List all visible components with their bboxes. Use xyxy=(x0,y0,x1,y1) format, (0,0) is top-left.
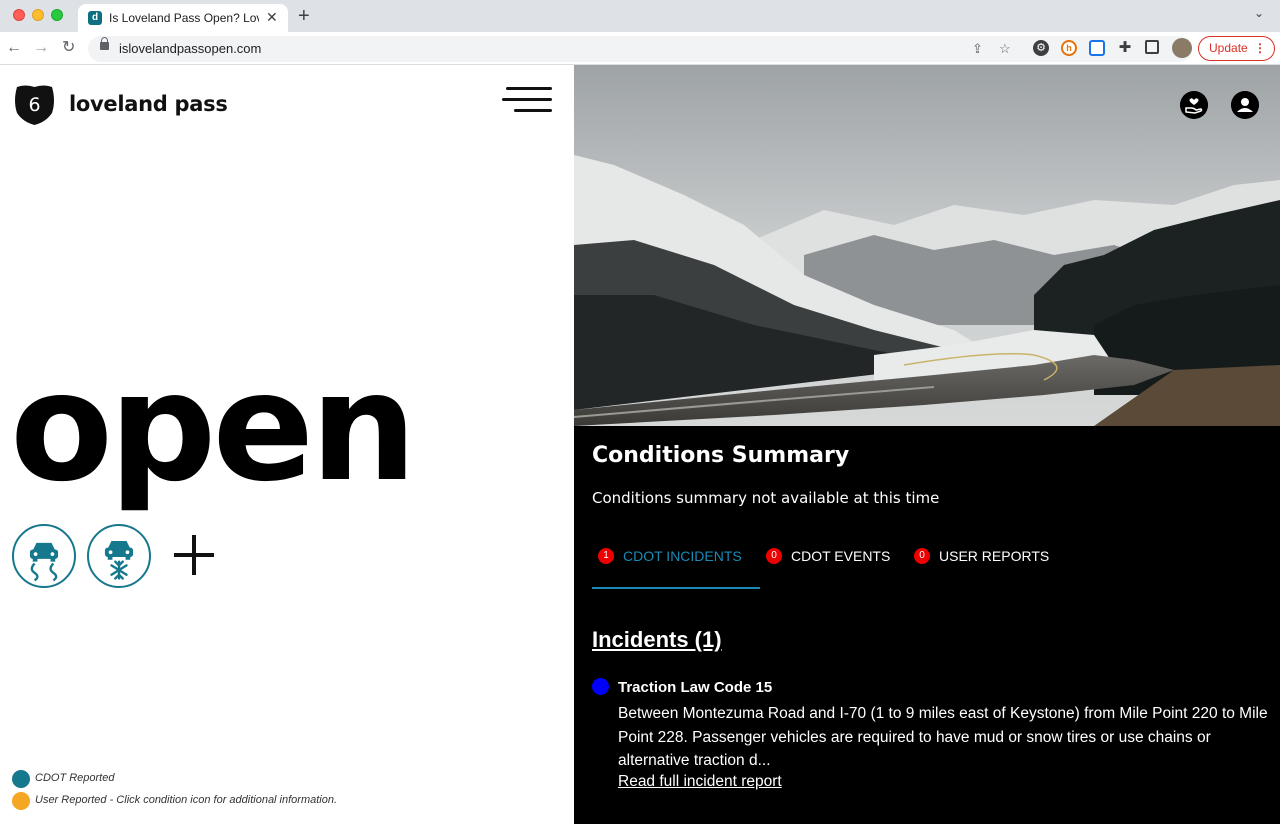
url-text[interactable]: islovelandpassopen.com xyxy=(119,41,261,56)
count-badge: 1 xyxy=(598,548,614,564)
hamburger-menu-icon[interactable] xyxy=(502,85,552,115)
snowy-road-icon[interactable] xyxy=(87,524,151,588)
count-badge: 0 xyxy=(914,548,930,564)
count-badge: 0 xyxy=(766,548,782,564)
tab-title: Is Loveland Pass Open? Lovela xyxy=(109,11,259,25)
minimize-window-button[interactable] xyxy=(32,9,44,21)
read-full-report-link[interactable]: Read full incident report xyxy=(618,773,782,791)
browser-tab[interactable]: d Is Loveland Pass Open? Lovela ✕ xyxy=(78,4,288,32)
status-panel: 6 loveland pass open CDOT Reported User … xyxy=(0,65,574,824)
user-account-icon[interactable] xyxy=(1231,91,1259,119)
incident-title: Traction Law Code 15 xyxy=(618,679,773,696)
back-arrow-icon[interactable]: ← xyxy=(6,38,22,58)
report-tabs: 1 CDOT INCIDENTS 0 CDOT EVENTS 0 USER RE… xyxy=(592,547,1252,589)
slippery-road-icon[interactable] xyxy=(12,524,76,588)
tab-label: USER REPORTS xyxy=(939,548,1050,564)
extensions-puzzle-icon[interactable]: ✚ xyxy=(1117,40,1133,56)
browser-toolbar: ← → ↻ islovelandpassopen.com ⇪ ☆ ⚙ h ✚ U… xyxy=(0,32,1280,65)
tab-label: CDOT EVENTS xyxy=(791,548,891,564)
extension-gear-icon[interactable]: ⚙ xyxy=(1033,40,1049,56)
address-bar[interactable]: islovelandpassopen.com ⇪ ☆ xyxy=(88,36,1192,62)
close-window-button[interactable] xyxy=(13,9,25,21)
tab-cdot-incidents[interactable]: 1 CDOT INCIDENTS xyxy=(592,547,760,589)
conditions-summary-title: Conditions Summary xyxy=(592,443,850,468)
incident-marker-dot xyxy=(592,678,609,695)
us-route-shield-icon[interactable]: 6 xyxy=(13,83,56,126)
share-icon[interactable]: ⇪ xyxy=(972,41,983,57)
reload-icon[interactable]: ↻ xyxy=(62,38,75,58)
tab-cdot-events[interactable]: 0 CDOT EVENTS xyxy=(760,547,908,589)
incident-description: Between Montezuma Road and I-70 (1 to 9 … xyxy=(618,705,1268,769)
extension-record-icon[interactable] xyxy=(1089,40,1105,56)
forward-arrow-icon[interactable]: → xyxy=(33,38,49,58)
legend-dot-user xyxy=(12,792,30,810)
new-tab-button[interactable]: + xyxy=(298,4,310,28)
browser-tab-bar: d Is Loveland Pass Open? Lovela ✕ + ⌄ xyxy=(0,0,1280,32)
site-favicon-icon: d xyxy=(88,11,102,25)
lock-icon[interactable] xyxy=(100,37,109,50)
pass-status: open xyxy=(10,341,417,515)
site-brand[interactable]: loveland pass xyxy=(69,92,228,116)
tab-search-chevron-icon[interactable]: ⌄ xyxy=(1254,6,1264,20)
legend-label-cdot: CDOT Reported xyxy=(35,772,115,784)
shield-number: 6 xyxy=(28,94,40,116)
profile-avatar[interactable] xyxy=(1172,38,1192,58)
update-label: Update xyxy=(1209,41,1248,55)
more-menu-icon: ⋮ xyxy=(1254,41,1266,55)
donate-hand-heart-icon[interactable] xyxy=(1180,91,1208,119)
update-button[interactable]: Update ⋮ xyxy=(1198,36,1275,61)
conditions-panel: Conditions Summary Conditions summary no… xyxy=(574,65,1280,824)
extension-h-icon[interactable]: h xyxy=(1061,40,1077,56)
tab-user-reports[interactable]: 0 USER REPORTS xyxy=(908,547,1068,589)
add-report-plus-icon[interactable] xyxy=(172,533,216,577)
conditions-summary-text: Conditions summary not available at this… xyxy=(592,489,940,507)
incidents-heading: Incidents (1) xyxy=(592,627,722,652)
legend-dot-cdot xyxy=(12,770,30,788)
bookmark-star-icon[interactable]: ☆ xyxy=(999,41,1011,57)
legend-label-user: User Reported - Click condition icon for… xyxy=(35,794,338,806)
maximize-window-button[interactable] xyxy=(51,9,63,21)
mountain-road-photo xyxy=(574,65,1280,426)
close-tab-icon[interactable]: ✕ xyxy=(266,9,278,26)
tab-label: CDOT INCIDENTS xyxy=(623,548,742,564)
side-panel-icon[interactable] xyxy=(1145,40,1159,54)
